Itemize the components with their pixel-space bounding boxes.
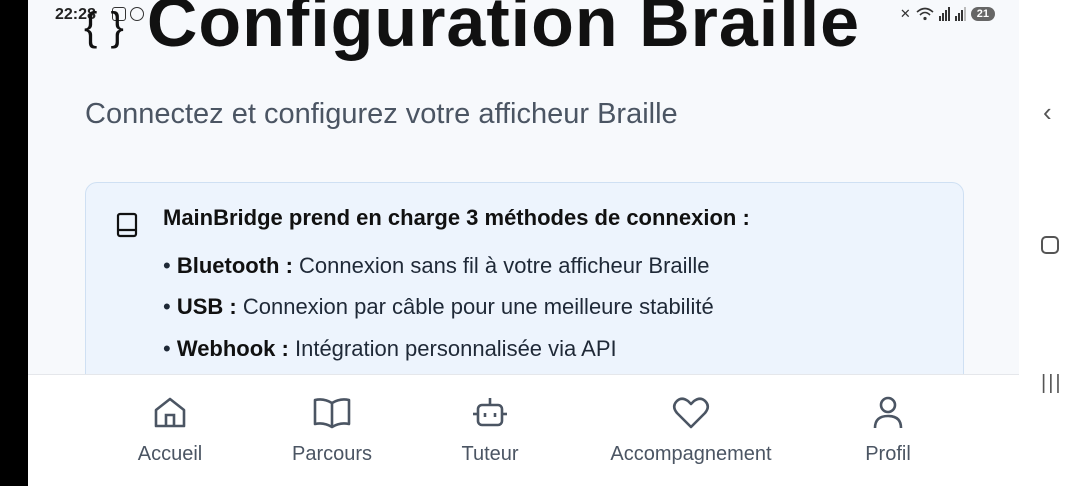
mute-icon: ✕	[899, 6, 911, 21]
braces-icon: { }	[84, 5, 125, 50]
wifi-icon	[916, 7, 934, 21]
method-name: USB :	[176, 294, 237, 319]
method-name: Bluetooth :	[176, 253, 293, 278]
battery-indicator: 21	[970, 7, 995, 21]
nav-item-profil[interactable]: Profil	[793, 393, 983, 466]
app-screen: 22:28 ✕ 21 { } Configuration Braille Conn…	[28, 0, 1019, 486]
bottom-navigation: Accueil Parcours Tuteur Accompagnement P…	[28, 374, 1019, 486]
recent-apps-icon[interactable]: |||	[1041, 372, 1063, 395]
signal-icon-1	[938, 7, 950, 21]
bullet: •	[163, 294, 171, 319]
signal-icon-2	[954, 7, 966, 21]
method-item-bluetooth: • Bluetooth : Connexion sans fil à votre…	[163, 253, 710, 279]
bullet: •	[163, 253, 171, 278]
open-book-icon	[313, 398, 351, 429]
page-title: { } Configuration Braille	[84, 0, 860, 62]
robot-icon	[473, 398, 507, 427]
connection-methods-lead: MainBridge prend en charge 3 méthodes de…	[163, 205, 750, 230]
book-icon	[116, 212, 138, 238]
nav-item-accompagnement[interactable]: Accompagnement	[596, 393, 786, 466]
method-item-webhook: • Webhook : Intégration personnalisée vi…	[163, 336, 617, 362]
user-icon	[873, 396, 903, 429]
method-desc: Connexion par câble pour une meilleure s…	[242, 294, 714, 319]
nav-label: Profil	[865, 443, 911, 465]
system-icons: ✕ 21	[900, 6, 995, 22]
left-black-strip	[0, 0, 28, 486]
bullet: •	[163, 336, 171, 361]
method-name: Webhook :	[176, 336, 289, 361]
home-button-icon[interactable]	[1041, 236, 1059, 254]
nav-label: Tuteur	[461, 443, 519, 465]
back-icon[interactable]: ‹	[1043, 97, 1052, 128]
method-desc: Intégration personnalisée via API	[294, 336, 617, 361]
page-title-text: Configuration Braille	[146, 0, 861, 61]
nav-item-tuteur[interactable]: Tuteur	[395, 393, 585, 466]
system-navigation-bar: ‹ |||	[1019, 0, 1080, 486]
heart-icon	[672, 397, 710, 429]
page-subtitle: Connectez et configurez votre afficheur …	[85, 98, 678, 130]
home-icon	[154, 397, 186, 428]
method-item-usb: • USB : Connexion par câble pour une mei…	[163, 294, 714, 320]
method-desc: Connexion sans fil à votre afficheur Bra…	[299, 253, 710, 278]
nav-label: Accompagnement	[610, 443, 772, 465]
